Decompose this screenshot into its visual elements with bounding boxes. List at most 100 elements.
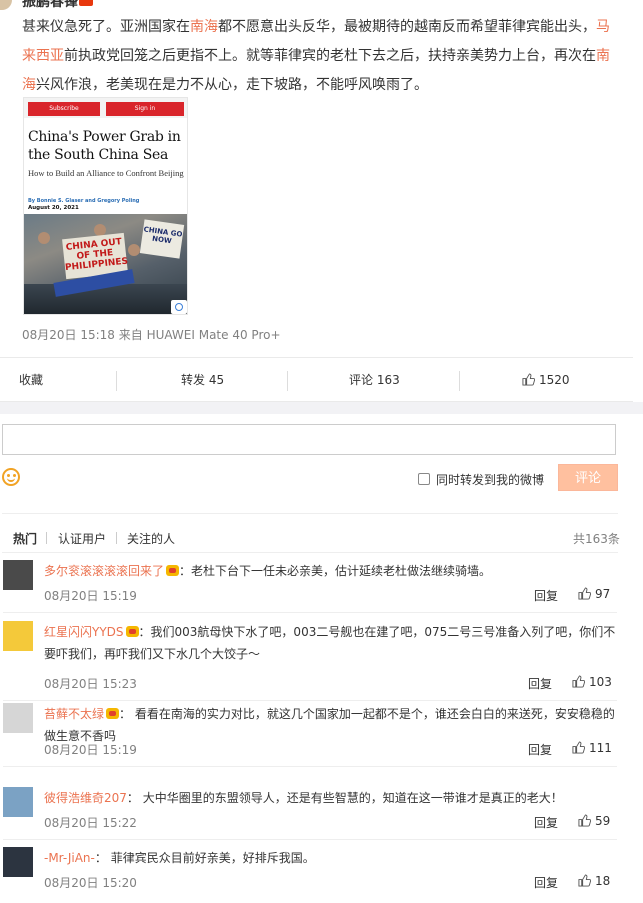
thumbs-up-icon — [572, 741, 586, 754]
comment-text: ： 看看在南海的实力对比，就这几个国家加一起都不是个，谁还会白白的来送死，安安稳… — [44, 707, 615, 743]
author-avatar[interactable] — [0, 0, 12, 10]
comment-button[interactable]: 评论 163 — [349, 358, 400, 402]
like-button[interactable]: 1520 — [522, 358, 570, 402]
comment-total-count: 共163条 — [573, 532, 620, 546]
commenter-avatar[interactable] — [3, 560, 33, 590]
tab-divider — [46, 532, 47, 544]
tab-hot[interactable]: 热门 — [13, 530, 37, 547]
commenter-name[interactable]: 红星闪闪YYDS — [44, 625, 124, 639]
comment-like-button[interactable]: 59 — [578, 814, 610, 828]
repost-checkbox-label[interactable]: 同时转发到我的微博 — [436, 471, 544, 488]
comment-like-count: 18 — [595, 874, 611, 888]
tab-following[interactable]: 关注的人 — [127, 530, 175, 547]
commenter-avatar[interactable] — [3, 787, 33, 817]
post-text-segment: 甚来仪急死了。亚洲国家在 — [22, 19, 190, 35]
divider — [3, 700, 617, 701]
chevron-down-icon[interactable]: ⌄ — [609, 0, 619, 2]
article-byline: By Bonnie S. Glaser and Gregory Poling — [28, 198, 140, 204]
photo-crowd — [24, 284, 187, 314]
comment-content: 红星闪闪YYDS ：我们003航母快下水了吧，003二号舰也在建了吧，075二号三… — [44, 621, 619, 665]
vip-icon — [166, 565, 180, 576]
commenter-avatar[interactable] — [3, 847, 33, 877]
comment-content: 彼得浩维奇207： 大中华圈里的东盟领导人，还是有些智慧的，知道在这一带谁才是真… — [44, 787, 619, 809]
protest-photo: CHINA OUT OF THE PHILIPPINES CHINA GO NO… — [24, 214, 187, 314]
post-meta: 08月20日 15:18 来自 HUAWEI Mate 40 Pro+ — [22, 328, 281, 342]
article-date: August 20, 2021 — [28, 205, 79, 211]
comment-time: 08月20日 15:22 — [44, 816, 137, 830]
zoom-icon[interactable] — [171, 300, 187, 314]
post-author-row: 振鹏春锋 ⌄ — [0, 0, 633, 10]
comment-content: -Mr-JiAn-： 菲律宾民众目前好亲美，好排斥我国。 — [44, 847, 619, 869]
photo-person — [38, 232, 50, 244]
thumbs-up-icon — [578, 814, 592, 827]
post-text-segment: 都不愿意出头反华，最被期待的越南反而希望菲律宾能出头， — [218, 19, 596, 35]
repost-checkbox[interactable] — [418, 473, 430, 485]
commenter-avatar[interactable] — [3, 621, 33, 651]
comment-like-count: 103 — [589, 675, 612, 689]
vip-badge-icon — [79, 0, 93, 6]
article-signin-label: Sign in — [106, 102, 184, 116]
reply-button[interactable]: 回复 — [534, 874, 558, 891]
comment-like-count: 97 — [595, 587, 611, 601]
submit-comment-button[interactable]: 评论 — [558, 464, 618, 491]
topic-link[interactable]: 南海 — [190, 19, 218, 35]
photo-person — [128, 244, 140, 256]
like-count: 1520 — [539, 373, 570, 387]
comment-time: 08月20日 15:20 — [44, 876, 137, 890]
article-image[interactable]: Subscribe Sign in China's Power Grab in … — [23, 97, 188, 315]
vip-icon — [106, 708, 120, 719]
action-divider — [287, 371, 288, 391]
article-subscribe-label: Subscribe — [28, 102, 100, 116]
comment-like-count: 111 — [589, 741, 612, 755]
reply-button[interactable]: 回复 — [528, 675, 552, 692]
reply-button[interactable]: 回复 — [528, 741, 552, 758]
comment-like-button[interactable]: 111 — [572, 741, 612, 755]
tab-divider — [116, 532, 117, 544]
reply-button[interactable]: 回复 — [534, 814, 558, 831]
divider — [2, 513, 618, 514]
commenter-avatar[interactable] — [3, 703, 33, 733]
comment-content: 多尔衮滚滚滚滚回来了 ：老杜下台下一任未必亲美，估计延续老杜做法继续骑墙。 — [44, 560, 619, 582]
protest-sign: CHINA GO NOW — [139, 219, 185, 259]
comment-like-count: 59 — [595, 814, 611, 828]
action-divider — [116, 371, 117, 391]
post-text-segment: 兴风作浪，老美现在是力不从心，走下坡路，不能呼风唤雨了。 — [36, 77, 428, 93]
section-gap — [0, 402, 643, 414]
divider — [2, 552, 618, 553]
repost-button[interactable]: 转发 45 — [181, 358, 224, 402]
thumbs-up-icon — [572, 675, 586, 688]
divider — [3, 839, 617, 840]
post-text: 甚来仪急死了。亚洲国家在南海都不愿意出头反华，最被期待的越南反而希望菲律宾能出头… — [22, 13, 622, 100]
comment-text: ： 大中华圈里的东盟领导人，还是有些智慧的，知道在这一带谁才是真正的老大！ — [126, 791, 563, 805]
vip-icon — [125, 626, 139, 637]
comment-text: ：老杜下台下一任未必亲美，估计延续老杜做法继续骑墙。 — [179, 564, 492, 578]
commenter-name[interactable]: -Mr-JiAn- — [44, 851, 95, 865]
article-title: China's Power Grab in the South China Se… — [28, 129, 181, 163]
commenter-name[interactable]: 苔藓不太绿 — [44, 707, 104, 721]
emoji-icon[interactable] — [2, 468, 20, 486]
comment-time: 08月20日 15:19 — [44, 743, 137, 757]
reply-button[interactable]: 回复 — [534, 587, 558, 604]
action-divider — [459, 371, 460, 391]
author-name[interactable]: 振鹏春锋 — [22, 0, 78, 10]
comment-text: ： 菲律宾民众目前好亲美，好排斥我国。 — [94, 851, 315, 865]
commenter-name[interactable]: 彼得浩维奇207 — [44, 791, 127, 805]
favorite-button[interactable]: 收藏 — [19, 358, 43, 402]
comment-like-button[interactable]: 97 — [578, 587, 610, 601]
comment-time: 08月20日 15:19 — [44, 589, 137, 603]
comment-like-button[interactable]: 18 — [578, 874, 610, 888]
thumbs-up-icon — [578, 587, 592, 600]
thumbs-up-icon — [578, 874, 592, 887]
post-text-segment: 前执政党回笼之后更指不上。就等菲律宾的老杜下去之后，扶持亲美势力上台，再次在 — [64, 48, 596, 64]
article-topbar: Subscribe Sign in — [24, 98, 187, 118]
thumbs-up-icon — [522, 373, 536, 386]
tab-verified-users[interactable]: 认证用户 — [58, 530, 106, 547]
comment-input[interactable] — [2, 424, 616, 455]
divider — [3, 766, 617, 767]
comment-like-button[interactable]: 103 — [572, 675, 612, 689]
comment-time: 08月20日 15:23 — [44, 677, 137, 691]
article-subtitle: How to Build an Alliance to Confront Bei… — [28, 168, 184, 178]
commenter-name[interactable]: 多尔衮滚滚滚滚回来了 — [44, 564, 164, 578]
post-action-bar: 收藏 转发 45 评论 163 1520 — [0, 357, 633, 402]
weibo-post: 振鹏春锋 ⌄ 甚来仪急死了。亚洲国家在南海都不愿意出头反华，最被期待的越南反而希… — [0, 0, 633, 402]
